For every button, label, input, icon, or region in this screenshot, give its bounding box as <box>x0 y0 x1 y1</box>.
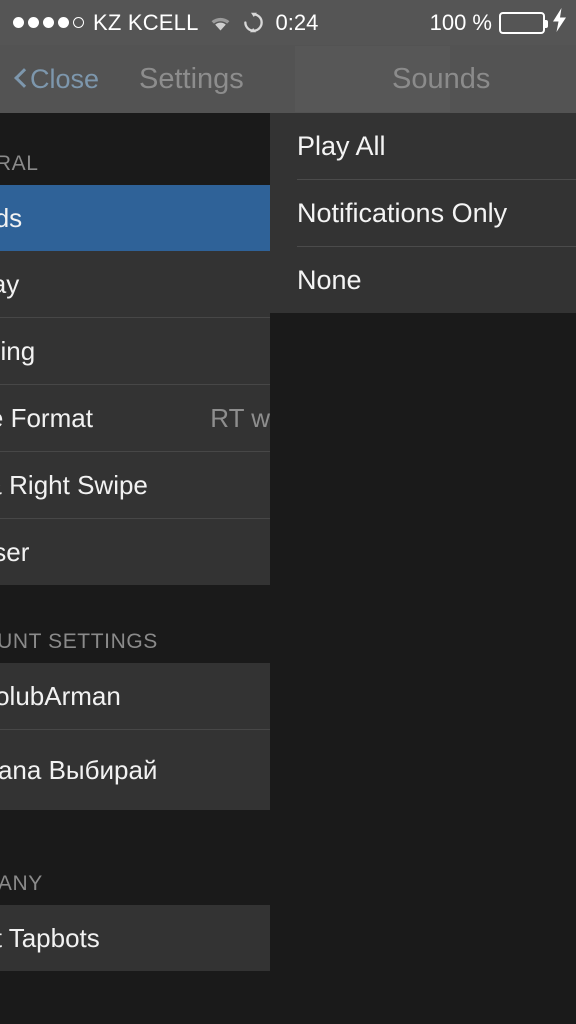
navigation-bar: Close Settings Sounds <box>0 45 576 113</box>
close-button-label: Close <box>30 63 100 94</box>
sounds-options-list: Play All Notifications Only None <box>270 113 576 313</box>
status-bar-right: 100 % <box>429 7 576 38</box>
sidebar-item-label: Left & Right Swipe <box>0 469 148 500</box>
sidebar-item-label: About Tapbots <box>0 922 100 953</box>
sidebar-item-value: RT w <box>210 402 270 433</box>
settings-list-panel[interactable]: GENERAL Sounds Display Theming Name Form… <box>0 113 270 1024</box>
sidebar-item-theming[interactable]: Theming <box>0 318 270 384</box>
sidebar-item-label: Theming <box>0 335 36 366</box>
list-item-label: Notifications Only <box>297 197 508 228</box>
status-bar: KZ KCELL 0:24 100 % <box>0 0 576 45</box>
charging-bolt-icon <box>552 7 567 38</box>
list-item-label: Play All <box>297 130 386 161</box>
section-header-general: GENERAL <box>0 152 39 175</box>
sounds-detail-panel[interactable]: Play All Notifications Only None <box>270 113 576 1024</box>
sidebar-item-name-format[interactable]: Name Format RT w <box>0 385 270 451</box>
sidebar-item-browser[interactable]: Browser <box>0 519 270 585</box>
carrier-label: KZ KCELL <box>93 9 199 35</box>
battery-icon <box>499 11 548 34</box>
sidebar-item-label: Browser <box>0 536 30 567</box>
page-title: Settings <box>139 62 244 95</box>
clock-label: 0:24 <box>275 9 319 35</box>
sync-icon <box>242 11 265 34</box>
status-bar-left: KZ KCELL 0:24 <box>0 10 318 36</box>
sidebar-item-label: Display <box>0 268 20 299</box>
battery-percent-label: 100 % <box>429 9 492 35</box>
sidebar-item-sounds[interactable]: Sounds <box>0 185 270 251</box>
section-header-company: COMPANY <box>0 872 43 895</box>
phone-screen: KZ KCELL 0:24 100 % Close Settings Sound… <box>0 0 576 1024</box>
sidebar-item-left-right-swipe[interactable]: Left & Right Swipe <box>0 452 270 518</box>
sidebar-item-label: @Astana Выбирай <box>0 754 158 785</box>
sounds-option-notifications-only[interactable]: Notifications Only <box>270 180 576 246</box>
sidebar-item-account-avtolubarman[interactable]: @avtolubArman <box>0 663 270 729</box>
sounds-option-play-all[interactable]: Play All <box>270 113 576 179</box>
list-item-label: None <box>297 264 362 295</box>
sidebar-item-about-tapbots[interactable]: About Tapbots <box>0 905 270 971</box>
sidebar-item-label: Name Format <box>0 402 93 433</box>
wifi-icon <box>208 13 233 32</box>
signal-strength-icon <box>13 17 84 28</box>
sidebar-item-display[interactable]: Display <box>0 251 270 317</box>
detail-page-title: Sounds <box>392 62 491 95</box>
close-button[interactable]: Close <box>14 45 99 113</box>
chevron-left-icon <box>14 68 27 90</box>
sounds-option-none[interactable]: None <box>270 247 576 313</box>
sidebar-item-account-astana[interactable]: @Astana Выбирай <box>0 730 270 810</box>
section-header-account-settings: ACCOUNT SETTINGS <box>0 630 158 653</box>
sidebar-item-label: Sounds <box>0 202 23 233</box>
sidebar-item-label: @avtolubArman <box>0 680 121 711</box>
